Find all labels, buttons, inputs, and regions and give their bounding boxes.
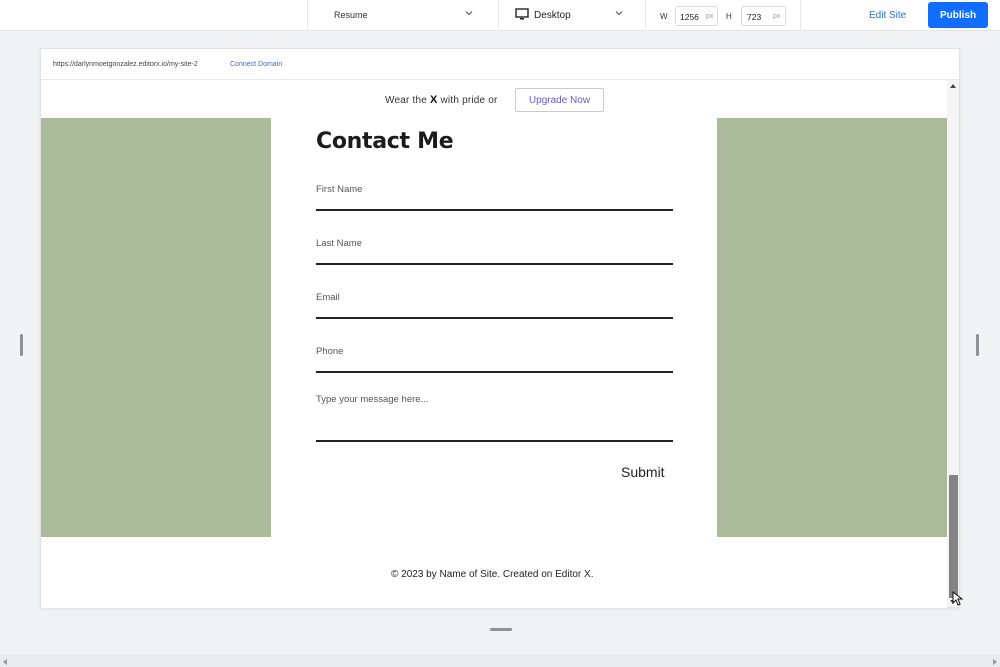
desktop-icon[interactable]	[515, 8, 529, 21]
phone-field[interactable]: Phone	[316, 346, 343, 357]
width-input[interactable]: 1256 px	[675, 6, 718, 26]
first-name-field[interactable]: First Name	[316, 184, 362, 195]
submit-button[interactable]: Submit	[621, 464, 665, 480]
right-resize-handle[interactable]	[976, 334, 979, 356]
upgrade-now-button[interactable]: Upgrade Now	[515, 88, 604, 112]
left-resize-handle[interactable]	[20, 334, 23, 356]
message-field[interactable]: Type your message here...	[316, 394, 428, 405]
scroll-left-arrow-icon[interactable]	[3, 659, 7, 665]
device-select[interactable]: Desktop	[534, 10, 571, 21]
height-value: 723	[747, 12, 762, 22]
page-select[interactable]: Resume	[334, 10, 368, 20]
width-label: W	[660, 12, 668, 21]
first-name-underline	[316, 209, 673, 211]
left-green-panel	[41, 118, 271, 537]
publish-button[interactable]: Publish	[928, 2, 988, 28]
height-input[interactable]: 723 px	[741, 6, 786, 26]
site-url: https://darlynmoetgonzalez.editorx.io/my…	[53, 61, 198, 68]
width-unit: px	[706, 13, 714, 20]
email-field[interactable]: Email	[316, 292, 340, 303]
footer-copyright: © 2023 by Name of Site. Created on Edito…	[391, 569, 594, 580]
height-unit: px	[773, 13, 781, 20]
banner-prefix: Wear the	[385, 95, 427, 106]
connect-domain-link[interactable]: Connect Domain	[230, 61, 282, 68]
upgrade-banner: Wear the X with pride or Upgrade Now	[41, 81, 947, 118]
scroll-thumb[interactable]	[949, 475, 958, 598]
chevron-down-icon[interactable]	[464, 8, 474, 18]
last-name-underline	[316, 263, 673, 265]
message-underline	[316, 440, 673, 442]
edit-site-link[interactable]: Edit Site	[869, 10, 906, 21]
scroll-up-arrow-icon[interactable]	[950, 84, 956, 88]
toolbar-divider	[645, 0, 646, 31]
site-content: Wear the X with pride or Upgrade Now Con…	[41, 81, 947, 608]
toolbar-divider	[498, 0, 499, 31]
toolbar-divider	[307, 0, 308, 31]
width-value: 1256	[680, 12, 699, 22]
last-name-field[interactable]: Last Name	[316, 238, 362, 249]
phone-underline	[316, 371, 673, 373]
mouse-cursor-icon	[952, 591, 964, 606]
banner-suffix: with pride or	[440, 95, 498, 106]
horizontal-scrollbar[interactable]	[0, 655, 1000, 667]
contact-title: Contact Me	[316, 129, 454, 154]
height-label: H	[726, 12, 732, 21]
chevron-down-icon[interactable]	[614, 8, 624, 18]
editor-toolbar: Resume Desktop W 1256 px H 723 px Edit S…	[0, 0, 1000, 31]
bottom-resize-handle[interactable]	[490, 628, 512, 631]
email-underline	[316, 317, 673, 319]
editor-x-logo: X	[429, 94, 438, 106]
banner-text: Wear the X with pride or	[385, 94, 498, 106]
site-preview-frame: https://darlynmoetgonzalez.editorx.io/my…	[40, 48, 960, 608]
right-green-panel	[717, 118, 947, 537]
url-bar: https://darlynmoetgonzalez.editorx.io/my…	[41, 49, 959, 80]
toolbar-divider	[800, 0, 801, 31]
scroll-right-arrow-icon[interactable]	[993, 659, 997, 665]
